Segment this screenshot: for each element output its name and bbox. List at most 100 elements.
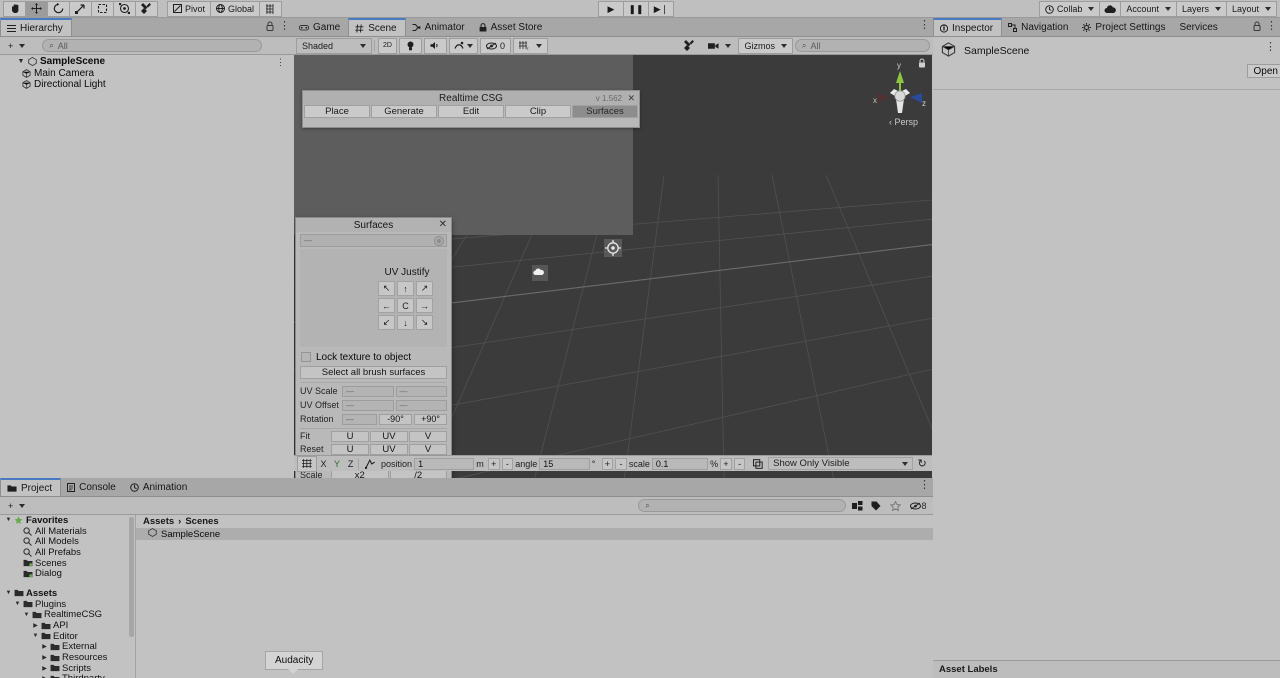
uv-scale-x-input[interactable]: —	[342, 385, 394, 397]
reset-v-button[interactable]: V	[409, 443, 447, 455]
hierarchy-search-input[interactable]: ⌕ All	[42, 39, 263, 52]
project-tree-row[interactable]: Dialog	[0, 568, 135, 579]
scene-viewport[interactable]: y z x ‹ Persp Realtime CSG v 1.562 ✕ Pla…	[294, 55, 932, 481]
project-tree-row[interactable]: ▼ Favorites	[0, 515, 135, 526]
project-tree-row[interactable]: ▼ RealtimeCSG	[0, 609, 135, 620]
angle-increase-button[interactable]: +	[601, 457, 614, 470]
axis-x-toggle[interactable]: X	[318, 459, 330, 469]
visibility-mode-icon[interactable]	[749, 456, 767, 472]
pause-button[interactable]: ❚❚	[623, 1, 649, 17]
expand-arrow-icon[interactable]: ▼	[22, 612, 31, 618]
expand-arrow-icon[interactable]: ▶	[40, 665, 49, 672]
tab-project-settings[interactable]: Project Settings	[1076, 18, 1173, 36]
project-tree-row[interactable]: ▶ External	[0, 641, 135, 652]
scale-increase-button[interactable]: +	[720, 457, 732, 470]
transform-tool-button[interactable]	[113, 0, 136, 17]
lock-texture-checkbox[interactable]	[301, 352, 311, 362]
camera-settings-button[interactable]	[703, 37, 737, 54]
layout-button[interactable]: Layout	[1225, 1, 1277, 17]
rotate-plus-90-button[interactable]: +90°	[414, 413, 447, 425]
rotation-input[interactable]: —	[342, 413, 377, 425]
global-toggle-button[interactable]: Global	[210, 0, 261, 17]
scene-menu-icon[interactable]: ⋮	[919, 20, 930, 31]
uv-justify-right[interactable]: →	[416, 298, 433, 313]
snap-to-grid-icon[interactable]	[361, 456, 380, 472]
tab-services[interactable]: Services	[1173, 18, 1225, 36]
tab-game[interactable]: Game	[293, 18, 348, 36]
move-tool-button[interactable]	[25, 0, 48, 17]
project-tree-scrollbar[interactable]	[129, 517, 134, 637]
rotate-tool-button[interactable]	[47, 0, 70, 17]
project-tree-row[interactable]: ▶ Resources	[0, 652, 135, 663]
lock-icon[interactable]	[1253, 21, 1261, 31]
tab-console[interactable]: Console	[61, 478, 124, 496]
surfaces-close-icon[interactable]: ✕	[439, 219, 447, 230]
angle-input[interactable]: 15	[539, 457, 590, 470]
step-button[interactable]: ▶❘	[648, 1, 674, 17]
project-tree-row[interactable]: ▶ Scripts	[0, 663, 135, 674]
play-button[interactable]: ▶	[598, 1, 624, 17]
project-tree-row[interactable]: Scenes	[0, 558, 135, 569]
uv-justify-bottom[interactable]: ↓	[397, 315, 414, 330]
csg-brush-mesh-lower[interactable]	[414, 175, 626, 223]
uv-justify-left[interactable]: ←	[378, 298, 395, 313]
uv-justify-top-left[interactable]: ↖	[378, 281, 395, 296]
project-menu-icon[interactable]: ⋮	[919, 480, 930, 491]
uv-justify-bottom-left[interactable]: ↙	[378, 315, 395, 330]
scale-decrease-button[interactable]: -	[733, 457, 746, 470]
expand-arrow-icon[interactable]: ▼	[16, 58, 26, 65]
lock-texture-row[interactable]: Lock texture to object	[300, 350, 447, 364]
position-decrease-button[interactable]: -	[501, 457, 514, 470]
uv-justify-center[interactable]: C	[397, 298, 414, 313]
tab-navigation[interactable]: Navigation	[1002, 18, 1076, 36]
toggle-2d-button[interactable]: 2D	[378, 37, 397, 54]
inspector-menu-icon[interactable]: ⋮	[1266, 20, 1277, 31]
csg-tab-edit[interactable]: Edit	[438, 105, 504, 118]
tab-animator[interactable]: Animator	[406, 18, 473, 36]
surfaces-title-bar[interactable]: Surfaces ✕	[296, 218, 451, 232]
grid-visibility-button[interactable]: z	[512, 37, 548, 54]
project-tree-row[interactable]: All Prefabs	[0, 547, 135, 558]
rotate-minus-90-button[interactable]: -90°	[379, 413, 412, 425]
angle-decrease-button[interactable]: -	[615, 457, 627, 470]
breadcrumb-scenes[interactable]: Scenes	[185, 516, 218, 527]
lock-icon[interactable]	[266, 21, 274, 31]
position-increase-button[interactable]: +	[487, 457, 500, 470]
filter-by-label-button[interactable]	[868, 499, 884, 513]
reset-u-button[interactable]: U	[331, 443, 369, 455]
uv-scale-y-input[interactable]: —	[395, 385, 447, 397]
expand-arrow-icon[interactable]: ▶	[40, 654, 49, 661]
material-picker-icon[interactable]	[434, 236, 444, 246]
audio-toggle-button[interactable]	[423, 37, 447, 54]
hierarchy-row-menu-icon[interactable]: ⋮	[276, 57, 285, 66]
tab-scene[interactable]: Scene	[348, 18, 406, 36]
csg-tab-generate[interactable]: Generate	[371, 105, 437, 118]
tab-animation[interactable]: Animation	[124, 478, 195, 496]
layers-button[interactable]: Layers	[1175, 1, 1227, 17]
uv-justify-bottom-right[interactable]: ↘	[416, 315, 433, 330]
favorite-star-icon[interactable]	[887, 499, 903, 513]
asset-labels-section[interactable]: Asset Labels	[933, 660, 1280, 678]
uv-offset-y-input[interactable]: —	[395, 399, 447, 411]
fit-u-button[interactable]: U	[331, 430, 369, 442]
snap-grid-button[interactable]	[297, 455, 317, 472]
expand-arrow-icon[interactable]: ▼	[4, 517, 13, 523]
csg-title-bar[interactable]: Realtime CSG v 1.562 ✕	[303, 91, 639, 105]
project-search-input[interactable]: ⌕	[638, 499, 847, 512]
tab-project[interactable]: Project	[0, 478, 62, 496]
directional-light-gizmo[interactable]	[532, 265, 548, 281]
project-tree-row[interactable]: ▶Thirdparty	[0, 673, 135, 678]
scene-projection-mode[interactable]: ‹ Persp	[889, 117, 918, 127]
select-all-brush-surfaces-button[interactable]: Select all brush surfaces	[300, 366, 447, 379]
axis-z-toggle[interactable]: Z	[345, 459, 357, 469]
visibility-dropdown[interactable]: Show Only Visible	[768, 457, 914, 470]
expand-arrow-icon[interactable]: ▼	[13, 601, 22, 607]
scale-input[interactable]: 0.1	[651, 457, 709, 470]
expand-arrow-icon[interactable]: ▼	[31, 633, 40, 639]
scene-tools-button[interactable]	[678, 37, 702, 54]
hand-tool-button[interactable]	[3, 0, 26, 17]
lighting-toggle-button[interactable]	[398, 37, 422, 54]
hierarchy-row-directional-light[interactable]: Directional Light	[0, 79, 293, 91]
collab-button[interactable]: Collab	[1038, 1, 1101, 17]
csg-close-icon[interactable]: ✕	[627, 93, 635, 104]
